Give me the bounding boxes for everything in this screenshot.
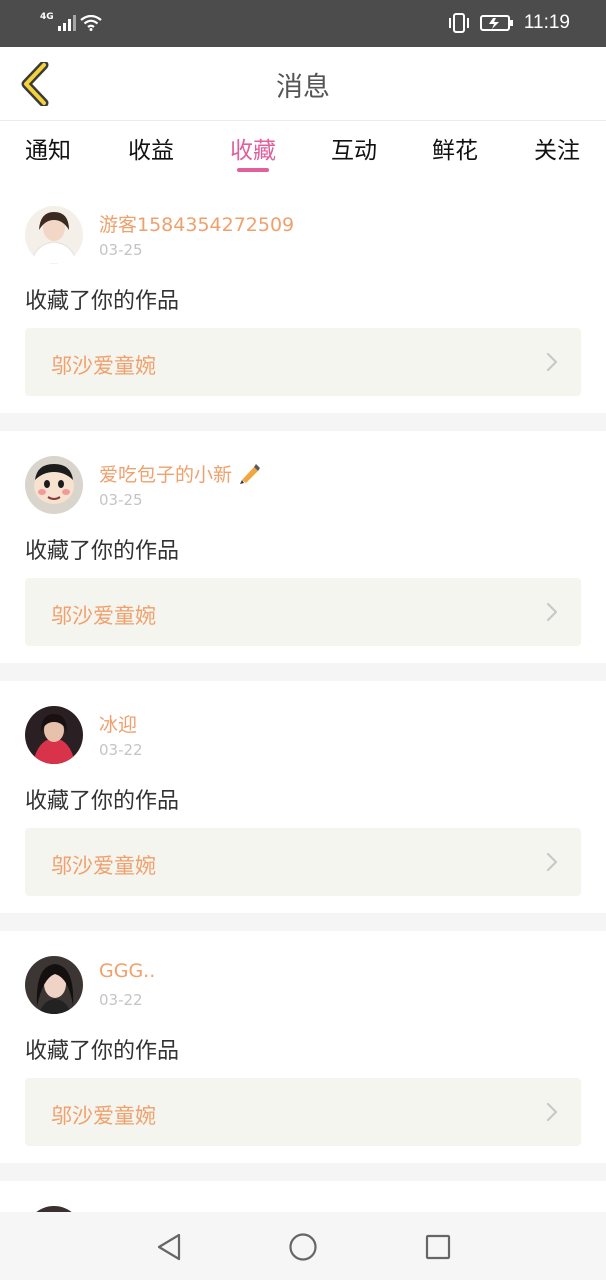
avatar[interactable] bbox=[25, 456, 83, 514]
user-name[interactable]: 爱吃包子的小新 bbox=[99, 460, 262, 487]
action-text: 收藏了你的作品 bbox=[25, 289, 180, 314]
avatar[interactable] bbox=[25, 206, 83, 264]
work-title: 邬沙爱童婉 bbox=[51, 1104, 156, 1128]
user-name[interactable]: 冰迎 bbox=[99, 710, 137, 737]
card-divider bbox=[0, 913, 606, 931]
signal-icon bbox=[57, 15, 76, 31]
network-type-label: 4G bbox=[40, 12, 54, 22]
action-text: 收藏了你的作品 bbox=[25, 539, 180, 564]
message-list[interactable]: 游客1584354272509 03-25 收藏了你的作品 邬沙爱童婉 爱吃包子… bbox=[0, 181, 606, 1221]
tab-following[interactable]: 关注 bbox=[534, 131, 580, 165]
work-link[interactable]: 邬沙爱童婉 bbox=[25, 328, 581, 396]
message-date: 03-25 bbox=[99, 241, 143, 259]
work-link[interactable]: 邬沙爱童婉 bbox=[25, 578, 581, 646]
user-name[interactable]: 游客1584354272509 bbox=[99, 210, 294, 237]
card-divider bbox=[0, 1163, 606, 1181]
tab-flowers[interactable]: 鲜花 bbox=[432, 131, 478, 165]
work-title: 邬沙爱童婉 bbox=[51, 854, 156, 878]
action-text: 收藏了你的作品 bbox=[25, 789, 180, 814]
chevron-right-icon bbox=[546, 352, 558, 372]
card-divider bbox=[0, 413, 606, 431]
nav-back-triangle-icon bbox=[157, 1233, 181, 1261]
status-left: 4G bbox=[40, 11, 102, 35]
status-right: 11:19 bbox=[448, 10, 570, 36]
wifi-icon bbox=[79, 15, 102, 31]
nav-recents-square-icon bbox=[425, 1234, 451, 1260]
clock: 11:19 bbox=[523, 12, 570, 33]
message-card: 冰迎 03-22 收藏了你的作品 邬沙爱童婉 bbox=[0, 681, 606, 913]
user-name-text: 爱吃包子的小新 bbox=[99, 464, 233, 486]
message-card: 游客1584354272509 03-25 收藏了你的作品 邬沙爱童婉 bbox=[0, 181, 606, 413]
vibrate-icon bbox=[448, 13, 469, 33]
chevron-right-icon bbox=[546, 852, 558, 872]
work-link[interactable]: 邬沙爱童婉 bbox=[25, 828, 581, 896]
card-divider bbox=[0, 663, 606, 681]
avatar[interactable] bbox=[25, 706, 83, 764]
app-header: 消息 bbox=[0, 47, 606, 121]
active-tab-indicator bbox=[237, 168, 269, 172]
work-link[interactable]: 邬沙爱童婉 bbox=[25, 1078, 581, 1146]
work-title: 邬沙爱童婉 bbox=[51, 354, 156, 378]
tab-earnings[interactable]: 收益 bbox=[128, 131, 174, 165]
tab-interactions[interactable]: 互动 bbox=[331, 131, 377, 165]
message-date: 03-22 bbox=[99, 741, 143, 759]
message-card: GGG.. 03-22 收藏了你的作品 邬沙爱童婉 bbox=[0, 931, 606, 1163]
message-card: 爱吃包子的小新 03-25 收藏了你的作品 邬沙爱童婉 bbox=[0, 431, 606, 663]
page-title: 消息 bbox=[276, 72, 330, 103]
battery-charging-icon bbox=[479, 15, 513, 31]
avatar[interactable] bbox=[25, 956, 83, 1014]
nav-back-button[interactable] bbox=[152, 1230, 186, 1264]
action-text: 收藏了你的作品 bbox=[25, 1039, 180, 1064]
tab-notifications[interactable]: 通知 bbox=[25, 131, 71, 165]
message-date: 03-22 bbox=[99, 991, 143, 1009]
tab-bar: 通知 收益 收藏 互动 鲜花 关注 bbox=[0, 121, 606, 181]
tab-favorites[interactable]: 收藏 bbox=[230, 131, 276, 165]
chevron-right-icon bbox=[546, 1102, 558, 1122]
nav-home-circle-icon bbox=[289, 1233, 317, 1261]
status-bar: 4G 11:19 bbox=[0, 0, 606, 47]
system-nav-bar bbox=[0, 1212, 606, 1280]
chevron-right-icon bbox=[546, 602, 558, 622]
message-date: 03-25 bbox=[99, 491, 143, 509]
nav-home-button[interactable] bbox=[286, 1230, 320, 1264]
pen-emoji-icon bbox=[240, 464, 261, 484]
user-name[interactable]: GGG.. bbox=[99, 960, 155, 982]
work-title: 邬沙爱童婉 bbox=[51, 604, 156, 628]
nav-recents-button[interactable] bbox=[421, 1230, 455, 1264]
